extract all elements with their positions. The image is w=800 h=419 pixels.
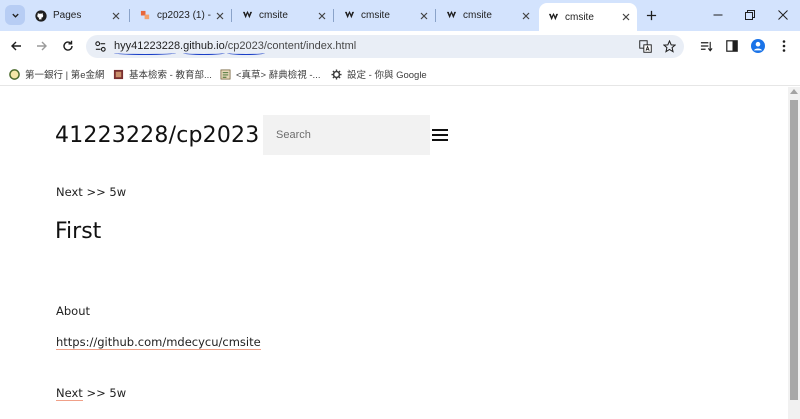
tab-divider	[333, 9, 334, 22]
close-window-button[interactable]	[775, 7, 791, 23]
restore-button[interactable]	[742, 7, 758, 23]
more-menu-icon[interactable]	[776, 38, 792, 54]
close-icon[interactable]	[110, 10, 121, 21]
github-icon	[35, 9, 47, 22]
tab-cp2023[interactable]: cp2023 (1) -	[131, 4, 231, 27]
close-icon[interactable]	[316, 10, 327, 21]
site-info-icon[interactable]	[94, 40, 107, 53]
close-icon[interactable]	[418, 10, 429, 21]
cmsite-icon	[445, 10, 457, 22]
tab-divider	[231, 9, 232, 22]
tab-strip: Pages cp2023 (1) - cmsite cmsite cmsite …	[0, 0, 800, 31]
hamburger-menu-icon[interactable]	[432, 129, 449, 142]
handwritten-underline	[114, 51, 176, 55]
tab-cmsite-3[interactable]: cmsite	[437, 4, 537, 27]
handwritten-underline	[227, 51, 265, 55]
site-title[interactable]: 41223228/cp2023	[55, 123, 259, 148]
arrow-left-icon	[11, 41, 21, 51]
next-link[interactable]: Next	[56, 386, 83, 401]
handwritten-underline	[183, 51, 225, 55]
page-viewport: 41223228/cp2023 Next >> 5w First About h…	[0, 87, 788, 419]
tab-title: cmsite	[565, 11, 594, 23]
reading-list-icon[interactable]	[698, 38, 714, 54]
nav-breadcrumb-text: >> 5w	[82, 185, 127, 199]
cmsite-icon	[343, 10, 355, 22]
page-nav-bottom: Next >> 5w	[56, 386, 127, 401]
arrow-right-icon	[37, 41, 47, 51]
bookmarks-bar: 第一銀行 | 第e金網 基本檢索 - 教育部... <真草> 辭典檢視 -...…	[0, 62, 800, 86]
tab-title: cmsite	[463, 10, 492, 21]
tab-title: Pages	[53, 10, 82, 21]
tab-cmsite-2[interactable]: cmsite	[335, 4, 435, 27]
close-icon[interactable]	[214, 10, 225, 21]
bookmark-label: 基本檢索 - 教育部...	[129, 70, 212, 81]
cmsite-icon	[241, 10, 253, 22]
close-icon[interactable]	[620, 11, 631, 22]
scroll-up-arrow-icon[interactable]	[790, 89, 798, 94]
nav-breadcrumb-text: >> 5w	[82, 386, 127, 400]
book-icon	[113, 69, 124, 80]
bookmark-item[interactable]: 設定 - 你與 Google	[331, 67, 427, 81]
bookmark-item[interactable]: 第一銀行 | 第e金網	[9, 67, 105, 81]
new-tab-button[interactable]	[643, 7, 659, 23]
close-icon	[778, 10, 788, 20]
address-bar[interactable]: hyy41223228.github.io/cp2023/content/ind…	[86, 35, 684, 58]
side-panel-icon[interactable]	[724, 38, 740, 54]
translate-icon[interactable]	[638, 39, 653, 54]
bookmark-label: 第一銀行 | 第e金網	[25, 70, 105, 81]
tab-title: cp2023 (1) -	[157, 10, 211, 21]
minimize-icon	[713, 14, 723, 16]
bookmark-item[interactable]: 基本檢索 - 教育部...	[113, 67, 212, 81]
reload-icon	[63, 40, 73, 51]
dictionary-icon	[220, 69, 231, 80]
bookmark-item[interactable]: <真草> 辭典檢視 -...	[220, 67, 320, 81]
page-nav-top: Next >> 5w	[56, 185, 126, 199]
back-button[interactable]	[8, 38, 24, 54]
restore-icon	[745, 10, 755, 20]
chevron-down-icon	[11, 13, 19, 18]
about-label: About	[56, 304, 91, 318]
plus-icon	[646, 10, 656, 20]
reload-button[interactable]	[60, 38, 76, 54]
search-box	[263, 115, 430, 155]
tab-search-button[interactable]	[5, 5, 25, 25]
search-input[interactable]	[263, 115, 430, 155]
scrollbar-thumb[interactable]	[790, 100, 798, 400]
tab-divider	[435, 9, 436, 22]
gear-icon	[331, 68, 342, 80]
tab-title: cmsite	[361, 10, 390, 21]
bookmark-label: <真草> 辭典檢視 -...	[236, 70, 321, 81]
toolbar: hyy41223228.github.io/cp2023/content/ind…	[0, 31, 800, 62]
tab-title: cmsite	[259, 10, 288, 21]
tab-pages[interactable]: Pages	[27, 4, 127, 27]
star-icon[interactable]	[662, 39, 677, 54]
tab-cmsite-1[interactable]: cmsite	[233, 4, 333, 27]
next-link[interactable]: Next	[56, 185, 83, 199]
cmsite-icon	[547, 11, 559, 23]
vertical-scrollbar[interactable]	[788, 87, 800, 419]
close-icon[interactable]	[520, 10, 531, 21]
profile-avatar-icon[interactable]	[750, 38, 766, 54]
page-heading: First	[55, 219, 102, 244]
tab-divider	[129, 9, 130, 22]
bookmark-label: 設定 - 你與 Google	[347, 70, 427, 81]
gitlab-like-icon	[139, 10, 151, 22]
browser-window: Pages cp2023 (1) - cmsite cmsite cmsite …	[0, 0, 800, 419]
forward-button[interactable]	[34, 38, 50, 54]
tab-cmsite-active[interactable]: cmsite	[539, 3, 637, 31]
bank-icon	[9, 68, 20, 80]
github-link[interactable]: https://github.com/mdecycu/cmsite	[56, 335, 261, 350]
minimize-button[interactable]	[710, 7, 726, 23]
